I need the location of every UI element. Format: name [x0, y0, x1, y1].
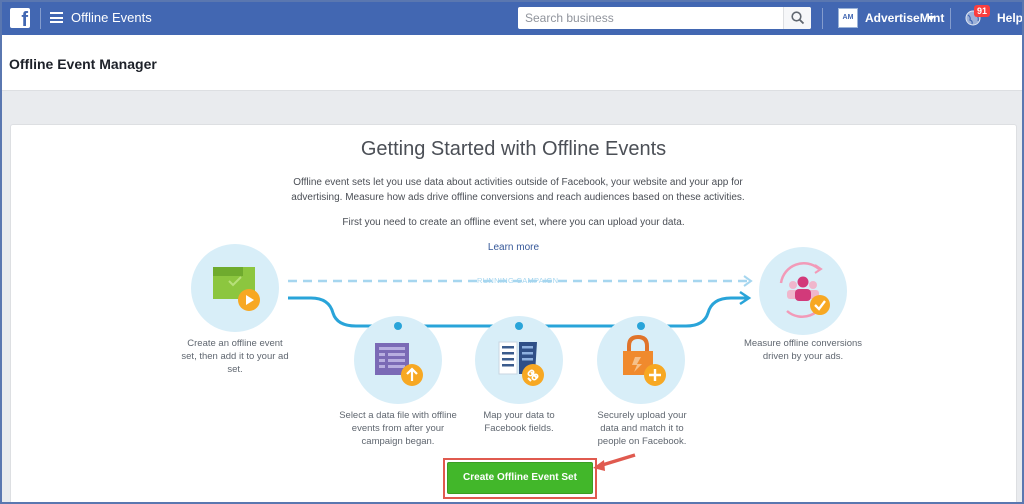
create-offline-event-set-button[interactable]: Create Offline Event Set — [447, 462, 593, 494]
divider — [822, 8, 823, 29]
step-3-circle — [475, 316, 563, 404]
step-2-label: Select a data file with offline events f… — [339, 410, 457, 447]
facebook-logo-icon[interactable]: f — [10, 8, 30, 30]
search-icon — [791, 11, 805, 25]
audience-check-icon — [779, 262, 830, 318]
step-4-label: Securely upload your data and match it t… — [597, 410, 687, 447]
divider — [40, 8, 41, 29]
video-file-icon — [213, 267, 260, 311]
intro-text: Offline event sets let you use data abou… — [291, 177, 745, 203]
step-5-label: Measure offline conversions driven by yo… — [743, 338, 863, 362]
avatar: AM — [838, 8, 858, 28]
menu-icon[interactable] — [50, 12, 63, 23]
upload-file-icon — [375, 322, 423, 386]
app-frame: f Offline Events AM AdvertiseMint 91 Hel… — [0, 0, 1024, 504]
step-1-circle — [191, 244, 279, 332]
intro-text-2: First you need to create an offline even… — [342, 217, 685, 228]
running-campaign-label: RUNNING CAMPAIGN — [477, 276, 559, 285]
search-box — [518, 7, 811, 29]
callout-arrow-icon — [593, 453, 636, 471]
learn-more-link[interactable]: Learn more — [11, 242, 1016, 253]
link-fields-icon — [498, 322, 544, 386]
chevron-down-icon — [927, 16, 935, 21]
getting-started-card: Getting Started with Offline Events Offl… — [10, 124, 1017, 502]
step-5-circle — [759, 247, 847, 335]
help-link[interactable]: Help — [997, 11, 1022, 25]
step-1-label: Create an offline event set, then add it… — [181, 338, 289, 375]
step-3-label: Map your data to Facebook fields. — [483, 410, 555, 434]
secure-lock-icon — [623, 322, 666, 386]
top-navigation-bar: f Offline Events AM AdvertiseMint 91 Hel… — [2, 2, 1022, 35]
search-input[interactable] — [518, 7, 782, 29]
app-title[interactable]: Offline Events — [71, 10, 152, 25]
page-title: Offline Event Manager — [9, 56, 157, 72]
page-header: Offline Event Manager — [2, 35, 1022, 91]
search-button[interactable] — [783, 7, 811, 29]
notification-badge[interactable]: 91 — [974, 5, 991, 17]
step-4-circle — [597, 316, 685, 404]
step-2-circle — [354, 316, 442, 404]
card-heading: Getting Started with Offline Events — [360, 138, 667, 160]
divider — [950, 8, 951, 29]
